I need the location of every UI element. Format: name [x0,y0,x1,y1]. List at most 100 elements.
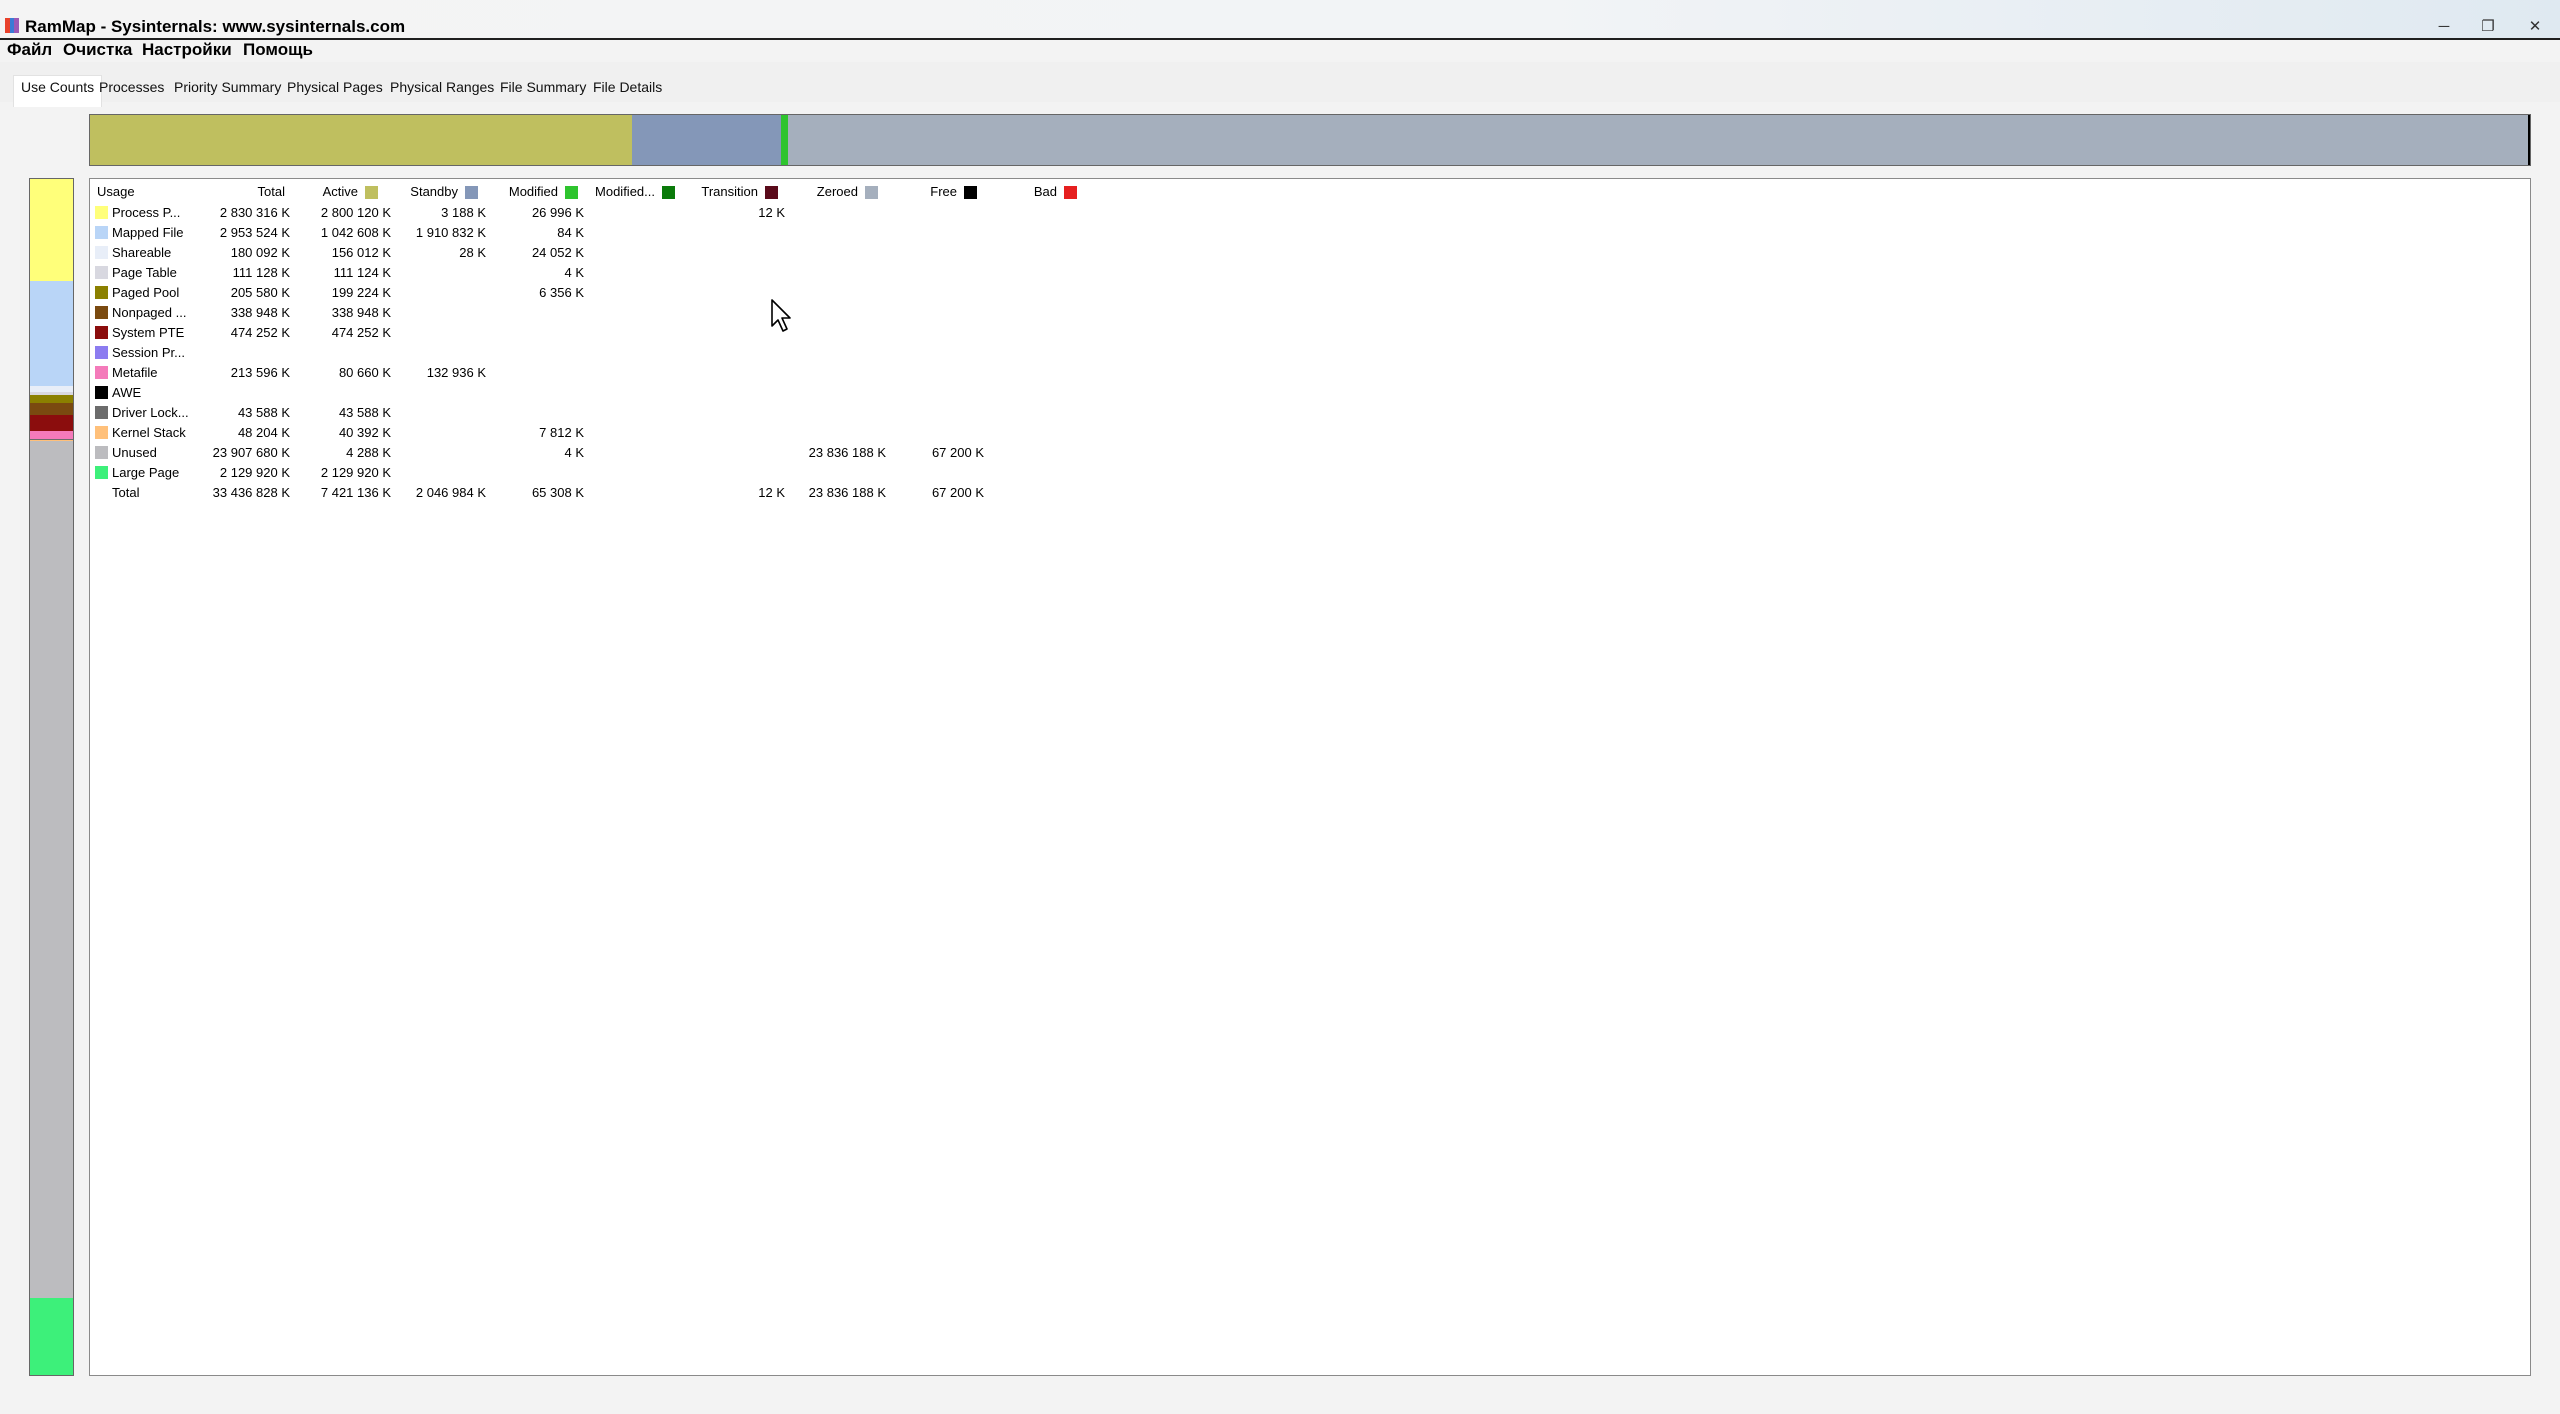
cell-value: 26 996 K [531,205,584,220]
overview-segment-free [2527,115,2530,165]
column-header-modified[interactable]: Modified [468,184,558,199]
table-row[interactable]: Unused 23 907 680 K 4 288 K 4 K 23 836 188 K… [90,444,1090,464]
cell-value: 338 948 K [230,305,290,320]
cell-value: 2 800 120 K [320,205,391,220]
tab-physical-ranges[interactable]: Physical Ranges [390,79,494,95]
usage-color-swatch [95,206,108,219]
menu-empty[interactable]: Очистка [63,40,132,60]
usage-name: Large Page [112,465,180,480]
usage-name: AWE [112,385,142,400]
cell-value: 213 596 K [230,365,290,380]
table-row[interactable]: Nonpaged ... 338 948 K 338 948 K [90,304,1090,324]
table-row[interactable]: Mapped File 2 953 524 K 1 042 608 K 1 910 8… [90,224,1090,244]
column-header-usage[interactable]: Usage [97,184,135,199]
table-row[interactable]: System PTE 474 252 K 474 252 K [90,324,1090,344]
usage-name: Kernel Stack [112,425,186,440]
tab-bar: Use Counts Processes Priority Summary Ph… [0,62,2560,107]
usage-color-swatch [95,266,108,279]
tab-priority-summary[interactable]: Priority Summary [174,79,281,95]
usage-name: Shareable [112,245,172,260]
cell-value: 180 092 K [230,245,290,260]
table-row[interactable]: Total 33 436 828 K 7 421 136 K 2 046 984 K 6… [90,484,1090,504]
cell-value: 205 580 K [230,285,290,300]
column-header-transition[interactable]: Transition [668,184,758,199]
table-row[interactable]: Large Page 2 129 920 K 2 129 920 K [90,464,1090,484]
cell-value: 12 K [758,485,785,500]
cell-value: 80 660 K [338,365,391,380]
menu-file[interactable]: Файл [7,40,52,60]
tab-use-counts[interactable]: Use Counts [13,75,103,107]
usage-segment-nonpaged-pool [30,402,73,415]
usage-segment-unused [30,440,73,1299]
usage-segment-mapped-file [30,280,73,386]
cell-value: 2 129 920 K [320,465,391,480]
column-header-standby[interactable]: Standby [368,184,458,199]
usage-segment-system-pte [30,414,73,432]
cell-value: 33 436 828 K [212,485,290,500]
usage-name: Nonpaged ... [112,305,187,320]
cell-value: 338 948 K [331,305,391,320]
overview-segment-standby [631,115,781,165]
tab-file-summary[interactable]: File Summary [500,79,586,95]
usage-segment-large-page [30,1298,73,1375]
usage-name: Total [112,485,140,500]
usage-name: Driver Lock... [112,405,189,420]
cell-value: 24 052 K [531,245,584,260]
minimize-icon: ─ [2438,17,2450,35]
cell-value: 2 953 524 K [219,225,290,240]
usage-segment-paged-pool [30,395,73,403]
table-row[interactable]: Metafile 213 596 K 80 660 K 132 936 K [90,364,1090,384]
table-row[interactable]: Process P... 2 830 316 K 2 800 120 K 3 188 … [90,204,1090,224]
cell-value: 111 124 K [333,265,391,280]
cell-value: 156 012 K [331,245,391,260]
tab-processes[interactable]: Processes [99,79,164,95]
title-bar[interactable]: RamMap - Sysinternals: www.sysinternals.… [0,0,2560,40]
rammap-app-icon [5,18,20,33]
column-header-bad[interactable]: Bad [967,184,1057,199]
column-header-zeroed[interactable]: Zeroed [768,184,858,199]
table-row[interactable]: Driver Lock... 43 588 K 43 588 K [90,404,1090,424]
cell-value: 1 910 832 K [415,225,486,240]
table-row[interactable]: Page Table 111 128 K 111 124 K 4 K [90,264,1090,284]
table-row[interactable]: Paged Pool 205 580 K 199 224 K 6 356 K [90,284,1090,304]
usage-name: System PTE [112,325,185,340]
use-counts-table[interactable]: Usage Total Active Standby Modified Modified.… [89,178,2531,1376]
overview-segment-modified [780,115,788,165]
menu-options[interactable]: Настройки [142,40,232,60]
usage-color-swatch [95,366,108,379]
usage-color-swatch [95,466,108,479]
column-header-active[interactable]: Active [268,184,358,199]
menu-help[interactable]: Помощь [243,40,313,60]
usage-stacked-bar [29,178,74,1376]
usage-color-swatch [95,246,108,259]
column-header-free[interactable]: Free [867,184,957,199]
usage-color-swatch [95,386,108,399]
cell-value: 3 188 K [441,205,486,220]
cell-value: 474 252 K [331,325,391,340]
column-header-modified[interactable]: Modified... [565,184,655,199]
cell-value: 67 200 K [931,485,984,500]
cell-value: 40 392 K [338,425,391,440]
table-row[interactable]: Kernel Stack 48 204 K 40 392 K 7 812 K [90,424,1090,444]
tab-physical-pages[interactable]: Physical Pages [287,79,383,95]
cell-value: 23 836 188 K [808,445,886,460]
usage-name: Page Table [112,265,177,280]
usage-color-swatch [95,346,108,359]
table-row[interactable]: Shareable 180 092 K 156 012 K 28 K 24 052 K [90,244,1090,264]
overview-segment-active [90,115,632,165]
mouse-cursor-icon [771,299,791,332]
usage-name: Process P... [112,205,181,220]
cell-value: 6 356 K [539,285,584,300]
tab-file-details[interactable]: File Details [593,79,662,95]
close-button[interactable]: ✕ [2505,12,2560,40]
memory-overview-bar [89,114,2531,166]
cell-value: 4 288 K [346,445,391,460]
usage-segment-metafile [30,431,73,439]
usage-name: Mapped File [112,225,184,240]
window-title: RamMap - Sysinternals: www.sysinternals.… [25,17,406,36]
cell-value: 67 200 K [931,445,984,460]
usage-color-swatch [95,226,108,239]
table-row[interactable]: AWE [90,384,1090,404]
cell-value: 474 252 K [230,325,290,340]
table-row[interactable]: Session Pr... [90,344,1090,364]
